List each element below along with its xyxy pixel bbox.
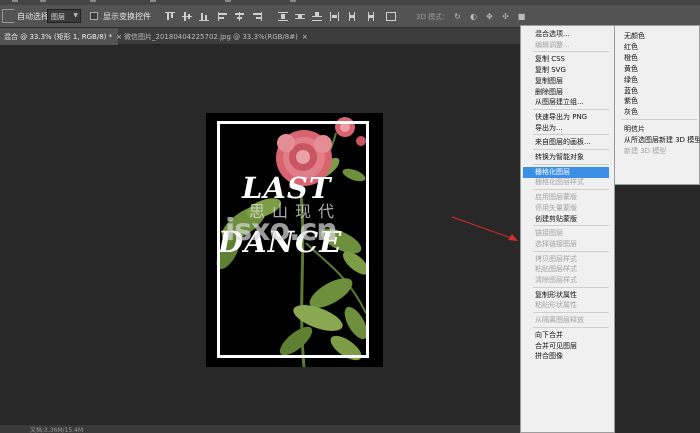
slide-3d-icon[interactable]: ✣: [501, 13, 510, 21]
show-transform-label: 显示变换控件: [103, 12, 151, 21]
document-tab-bar: 混合 @ 33.3% (矩形 1, RGB/8) * × 微信图片_2018040…: [0, 28, 520, 45]
menu-separator: [533, 149, 609, 150]
menu-item[interactable]: 橙色: [615, 53, 700, 64]
menu-separator: [533, 250, 609, 252]
menu-separator: [533, 163, 609, 165]
menu-item[interactable]: 转换为智能对象: [521, 152, 614, 163]
menu-item[interactable]: 紫色: [615, 96, 700, 107]
distribute-hcenter-icon[interactable]: [347, 12, 357, 21]
status-bar: 文档:3.36M/15.4M: [0, 425, 520, 433]
menu-item: 粘贴形状属性: [535, 301, 577, 310]
menu-icon: [150, 0, 156, 2]
status-text: 文档:3.36M/15.4M: [30, 427, 84, 433]
auto-select-dropdown[interactable]: 图层 ▼: [47, 9, 81, 23]
menu-item: 链接图层: [535, 229, 563, 238]
distribute-right-icon[interactable]: [364, 12, 374, 21]
menu-item[interactable]: 绿色: [615, 75, 700, 86]
tab-label: 微信图片_20180404225702.jpg @ 33.3%(RGB/8#): [124, 33, 298, 41]
roll-3d-icon[interactable]: ◐: [469, 13, 478, 21]
chevron-down-icon: ▼: [73, 12, 78, 19]
align-hcenter-icon[interactable]: [235, 12, 245, 21]
move-tool-icon[interactable]: [2, 9, 14, 23]
menu-item[interactable]: 向下合并: [521, 330, 614, 341]
menu-item[interactable]: 快速导出为 PNG: [521, 112, 614, 123]
mode-3d-label: 3D 模式：: [416, 13, 450, 21]
menu-item[interactable]: 黄色: [615, 64, 700, 75]
menu-icon: [290, 0, 296, 2]
poster-title-line1: LAST: [242, 171, 332, 205]
menu-item[interactable]: 复制 SVG: [521, 65, 614, 76]
menu-item: 从隔离图层释放: [535, 316, 584, 325]
menu-icon: [90, 0, 96, 2]
menu-item: 新建 3D 模型: [624, 147, 667, 155]
menu-item[interactable]: 创建剪贴蒙版: [521, 214, 614, 225]
menu-item: 栅格化图层样式: [535, 178, 584, 187]
menu-separator: [533, 225, 609, 227]
menu-item: 编辑调整...: [535, 40, 570, 49]
menu-item[interactable]: 红色: [615, 42, 700, 53]
canvas-area[interactable]: LAST DANCE 思山现代 isxo.cn: [0, 45, 520, 433]
align-left-icon[interactable]: [218, 12, 228, 21]
tab-document-active[interactable]: 混合 @ 33.3% (矩形 1, RGB/8) * ×: [0, 28, 122, 45]
menu-item: 清除图层样式: [535, 276, 577, 284]
menu-item[interactable]: 栅格化图层: [523, 166, 609, 178]
menu-icon: [225, 0, 231, 2]
menu-item: 粘贴图层样式: [535, 265, 577, 274]
color-submenu: 无颜色 红色 橙色 黄色 绿色 蓝色 紫色 灰色明信片 从所选图层新建 3D 模型 新建 3D 模…: [614, 25, 700, 185]
tab-document[interactable]: 微信图片_20180404225702.jpg @ 33.3%(RGB/8#) ×: [120, 28, 320, 45]
distribute-left-icon[interactable]: [330, 12, 340, 21]
menu-item[interactable]: 混合选项...: [521, 29, 614, 40]
menu-separator: [533, 312, 609, 314]
menu-item[interactable]: 复制图层: [521, 76, 614, 87]
menu-separator: [533, 108, 609, 110]
distribute-bottom-icon[interactable]: [312, 12, 322, 21]
layer-context-menu: 混合选项... 编辑调整... 复制 CSS 复制 SVG 复制图层 删除图层 从图层建立组…: [520, 25, 615, 433]
auto-align-icon[interactable]: [386, 12, 396, 21]
menu-item[interactable]: 合并可见图层: [521, 341, 614, 352]
menu-item: 启用图层蒙版: [535, 193, 577, 202]
menu-item[interactable]: 删除图层: [521, 87, 614, 98]
menu-item[interactable]: 复制 CSS: [521, 54, 614, 65]
menu-item[interactable]: 导出为...: [521, 123, 614, 134]
menu-item[interactable]: 灰色: [615, 107, 700, 118]
align-right-icon[interactable]: [252, 12, 262, 21]
distribute-top-icon[interactable]: [278, 12, 288, 21]
auto-select-value: 图层: [51, 13, 65, 21]
menu-item: 拷贝图层样式: [535, 254, 577, 263]
menu-item[interactable]: 明信片: [615, 124, 700, 135]
menu-item: 停用矢量蒙版: [535, 203, 577, 212]
scale-3d-icon[interactable]: ■: [517, 13, 526, 21]
menu-icon: [12, 0, 18, 2]
menu-separator: [533, 189, 609, 191]
distribute-vcenter-icon[interactable]: [295, 12, 305, 21]
menu-icon: [40, 0, 46, 2]
menu-item[interactable]: 蓝色: [615, 86, 700, 97]
tab-label: 混合 @ 33.3% (矩形 1, RGB/8) *: [4, 33, 113, 41]
close-icon[interactable]: ×: [302, 33, 308, 41]
orbit-3d-icon[interactable]: ↻: [453, 13, 462, 21]
menu-separator: [621, 119, 697, 121]
align-vcenter-icon[interactable]: [182, 12, 192, 21]
poster-title-line2: DANCE: [218, 225, 343, 259]
menu-separator: [533, 326, 609, 328]
menu-separator: [533, 51, 609, 53]
menu-item: 选择链接图层: [535, 239, 577, 248]
menu-separator: [533, 134, 609, 136]
align-top-icon[interactable]: [165, 12, 175, 21]
menu-item[interactable]: 从所选图层新建 3D 模型: [615, 135, 700, 146]
pan-3d-icon[interactable]: ✥: [485, 13, 494, 21]
menu-item[interactable]: 从图层建立组...: [521, 97, 614, 108]
red-arrow-icon: [451, 216, 518, 241]
align-bottom-icon[interactable]: [199, 12, 209, 21]
menu-item[interactable]: 来自图层的画板...: [521, 137, 614, 148]
menu-separator: [533, 286, 609, 288]
menu-item[interactable]: 拼合图像: [521, 351, 614, 362]
show-transform-checkbox[interactable]: [90, 12, 98, 20]
poster-artboard[interactable]: LAST DANCE: [206, 113, 383, 367]
menu-item[interactable]: 复制形状属性: [521, 290, 614, 301]
menu-item[interactable]: 无颜色: [615, 31, 700, 42]
